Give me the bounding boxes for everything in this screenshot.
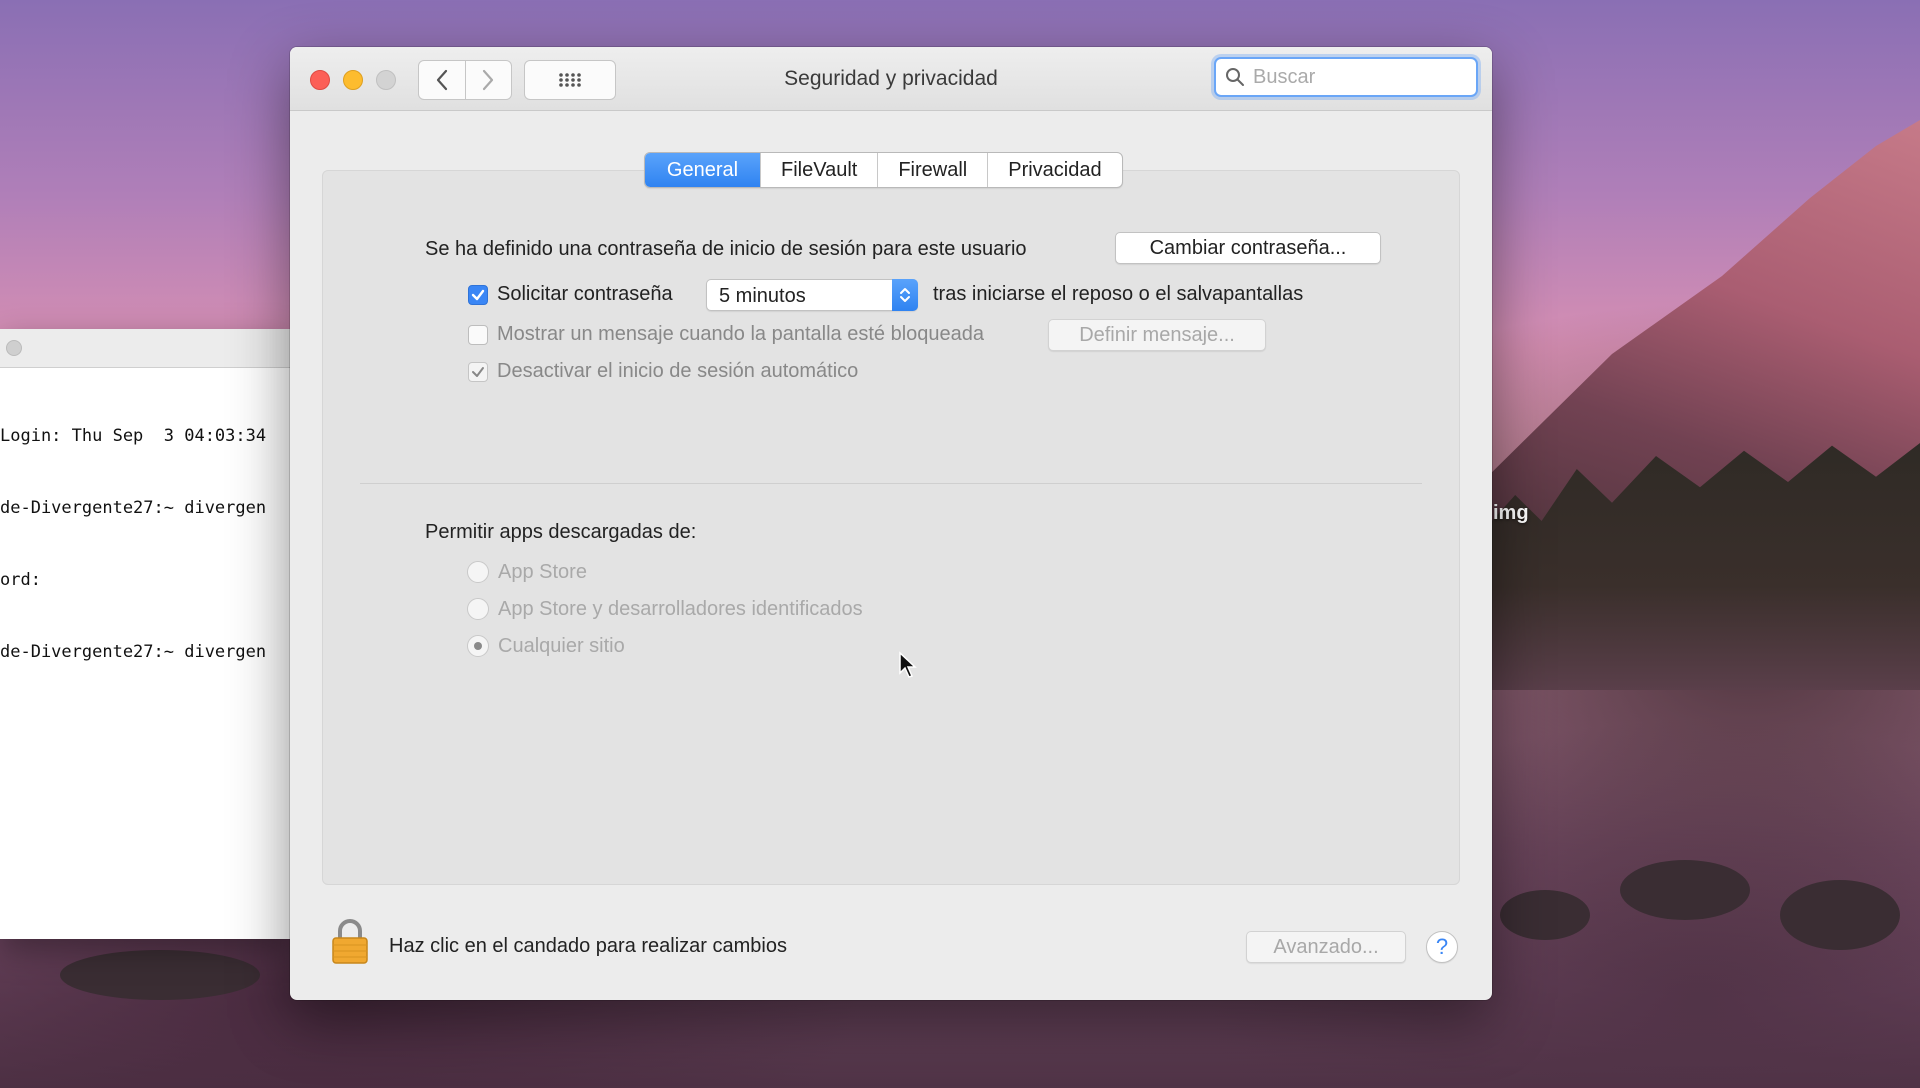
require-password-checkbox[interactable]: [468, 285, 488, 305]
search-icon: [1226, 68, 1244, 86]
lock-instruction-text: Haz clic en el candado para realizar cam…: [389, 935, 787, 957]
show-message-label: Mostrar un mensaje cuando la pantalla es…: [497, 323, 984, 345]
lock-button[interactable]: [330, 917, 370, 970]
radio-app-store[interactable]: [467, 561, 489, 583]
radio-anywhere-label: Cualquier sitio: [498, 635, 625, 657]
advanced-button[interactable]: Avanzado...: [1246, 931, 1406, 963]
tab-privacidad[interactable]: Privacidad: [987, 153, 1121, 187]
password-delay-value: 5 minutos: [719, 285, 806, 307]
radio-app-store-identified-label: App Store y desarrolladores identificado…: [498, 598, 863, 620]
tab-filevault[interactable]: FileVault: [760, 153, 877, 187]
updown-arrows-icon: [892, 279, 918, 311]
security-privacy-window: Seguridad y privacidad General FileVault…: [290, 47, 1492, 1000]
desktop-rock: [1500, 890, 1590, 940]
desktop-rock: [60, 950, 260, 1000]
radio-anywhere[interactable]: [467, 635, 489, 657]
search-field[interactable]: [1214, 57, 1478, 97]
window-titlebar[interactable]: Seguridad y privacidad: [290, 47, 1492, 111]
tab-firewall[interactable]: Firewall: [877, 153, 987, 187]
help-icon: ?: [1435, 934, 1449, 959]
terminal-line: ord:: [0, 570, 41, 590]
radio-app-store-label: App Store: [498, 561, 587, 583]
show-message-checkbox[interactable]: [468, 325, 488, 345]
tab-bar: General FileVault Firewall Privacidad: [644, 152, 1123, 188]
set-message-button[interactable]: Definir mensaje...: [1048, 319, 1266, 351]
terminal-output: Login: Thu Sep 3 04:03:34 de-Divergente2…: [0, 368, 292, 712]
disable-auto-login-label: Desactivar el inicio de sesión automátic…: [497, 360, 859, 382]
terminal-line: de-Divergente27:~ divergen: [0, 642, 267, 662]
checkmark-icon: [472, 367, 484, 377]
terminal-close-button[interactable]: [6, 340, 22, 356]
section-divider: [360, 483, 1422, 484]
require-password-suffix: tras iniciarse el reposo o el salvapanta…: [933, 283, 1304, 305]
mouse-cursor-icon: [899, 651, 917, 678]
desktop-file-label[interactable]: img: [1493, 502, 1529, 525]
tab-general[interactable]: General: [645, 153, 760, 187]
terminal-window[interactable]: Login: Thu Sep 3 04:03:34 de-Divergente2…: [0, 329, 292, 939]
terminal-line: Login: Thu Sep 3 04:03:34: [0, 426, 267, 446]
password-set-text: Se ha definido una contraseña de inicio …: [425, 238, 1027, 260]
require-password-label: Solicitar contraseña: [497, 283, 673, 305]
search-input[interactable]: [1251, 64, 1455, 90]
terminal-titlebar[interactable]: [0, 329, 292, 368]
desktop-rock: [1780, 880, 1900, 950]
disable-auto-login-checkbox[interactable]: [468, 362, 488, 382]
radio-app-store-identified[interactable]: [467, 598, 489, 620]
terminal-line: de-Divergente27:~ divergen: [0, 498, 267, 518]
help-button[interactable]: ?: [1426, 931, 1458, 963]
desktop-rock: [1620, 860, 1750, 920]
checkmark-icon: [471, 289, 485, 301]
change-password-button[interactable]: Cambiar contraseña...: [1115, 232, 1381, 264]
padlock-icon: [332, 919, 368, 964]
allow-apps-label: Permitir apps descargadas de:: [425, 521, 697, 543]
password-delay-select[interactable]: 5 minutos: [706, 279, 918, 311]
